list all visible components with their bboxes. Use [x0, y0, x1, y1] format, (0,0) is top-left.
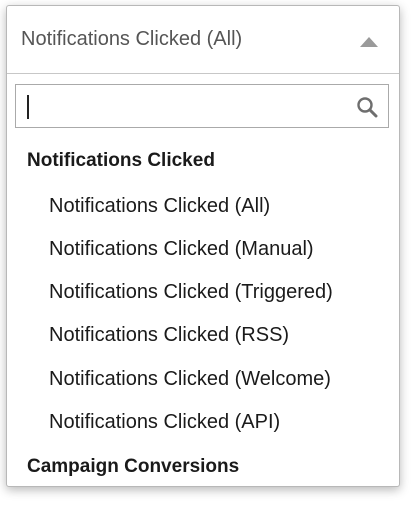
event-select-dropdown[interactable]: Notifications Clicked (All) Notification…: [6, 5, 400, 487]
option-notifications-clicked-api[interactable]: Notifications Clicked (API): [7, 401, 399, 444]
option-notifications-clicked-welcome[interactable]: Notifications Clicked (Welcome): [7, 358, 399, 401]
option-notifications-clicked-manual[interactable]: Notifications Clicked (Manual): [7, 228, 399, 271]
option-notifications-clicked-all[interactable]: Notifications Clicked (All): [7, 185, 399, 228]
search-icon: [357, 97, 378, 118]
option-label: Notifications Clicked (All): [49, 195, 271, 217]
text-cursor: [27, 95, 29, 119]
option-notifications-clicked-rss[interactable]: Notifications Clicked (RSS): [7, 314, 399, 357]
group-label-campaign-conversions: Campaign Conversions: [27, 456, 240, 477]
select-trigger[interactable]: Notifications Clicked (All): [7, 6, 399, 74]
option-label: Notifications Clicked (RSS): [49, 324, 290, 346]
caret-up-icon[interactable]: [360, 37, 378, 47]
group-label-notifications-clicked: Notifications Clicked: [27, 150, 215, 171]
option-notifications-clicked-triggered[interactable]: Notifications Clicked (Triggered): [7, 271, 399, 314]
search-input[interactable]: [24, 91, 344, 121]
option-label: Notifications Clicked (Triggered): [49, 281, 333, 303]
option-label: Notifications Clicked (Welcome): [49, 368, 331, 390]
selected-value: Notifications Clicked (All): [21, 28, 243, 50]
search-box[interactable]: [15, 84, 389, 128]
option-label: Notifications Clicked (Manual): [49, 238, 314, 260]
option-label: Notifications Clicked (API): [49, 411, 281, 433]
